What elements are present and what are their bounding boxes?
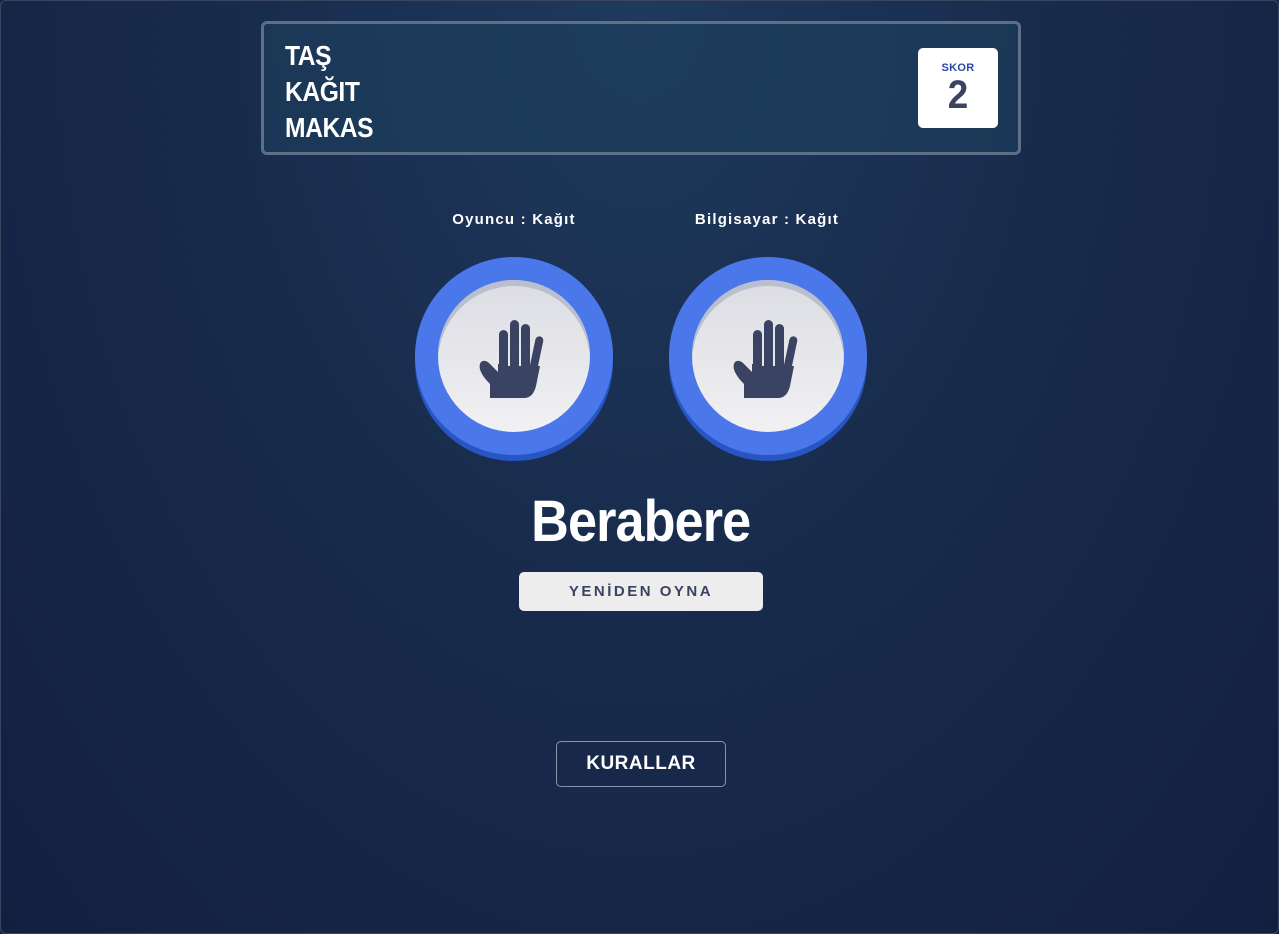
paper-hand-icon [479,320,544,398]
rules-button[interactable]: KURALLAR [556,741,726,787]
player-choice-token [415,257,613,461]
paper-hand-icon [733,320,798,398]
title-line-kagit: KAĞIT [285,76,360,107]
result-label: Berabere [530,489,751,554]
computer-choice-label: Bilgisayar : Kağıt [694,211,840,228]
result-text: Berabere [1,487,1279,557]
token-ring [669,257,867,455]
token-face [692,280,844,432]
score-value: 2 [947,73,969,117]
token-ring [415,257,613,455]
title-line-makas: MAKAS [285,112,374,143]
score-box: SKOR 2 [918,48,998,128]
game-header: TAŞ KAĞIT MAKAS SKOR 2 [261,21,1021,155]
player-choice-label: Oyuncu : Kağıt [452,211,576,228]
game-title: TAŞ KAĞIT MAKAS [285,38,374,146]
play-again-button[interactable]: YENİDEN OYNA [519,572,763,611]
title-line-tas: TAŞ [285,40,332,71]
token-face [438,280,590,432]
computer-choice-token [669,257,867,461]
